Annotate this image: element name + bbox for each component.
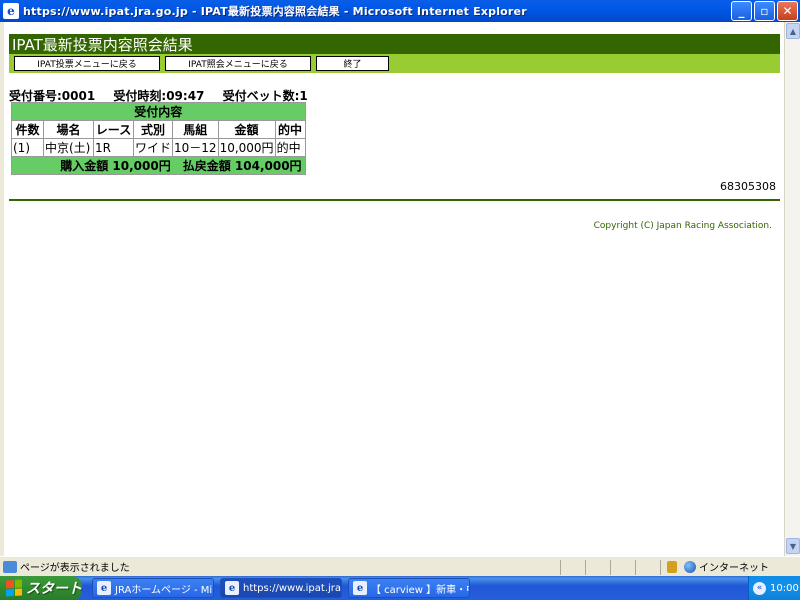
receipt-time: 受付時刻:09:47 xyxy=(113,89,205,103)
window-title-bar[interactable]: e https://www.ipat.jra.go.jp - IPAT最新投票内… xyxy=(0,0,800,22)
task-label: JRAホームページ - Mi... xyxy=(115,584,214,596)
receipt-table: 受付内容 件数 場名 レース 式別 馬組 金額 的中 (1) 中京(土) 1R … xyxy=(11,102,306,175)
scroll-down-icon[interactable]: ▼ xyxy=(786,538,800,554)
cell-race: 1R xyxy=(93,138,134,157)
start-button[interactable]: スタート xyxy=(0,576,82,600)
cell-bet-type: ワイド xyxy=(132,138,174,157)
lock-icon[interactable] xyxy=(667,561,677,573)
col-header: 金額 xyxy=(217,120,276,139)
taskbar-item-carview[interactable]: e 【 carview 】新車・中... xyxy=(348,578,470,598)
ie-icon: e xyxy=(97,581,111,595)
ie-app-icon: e xyxy=(3,3,19,19)
status-divider xyxy=(635,560,636,575)
col-header: 的中 xyxy=(274,120,306,139)
status-divider xyxy=(610,560,611,575)
maximize-button[interactable]: ▫ xyxy=(754,1,775,21)
total-summary: 購入金額 10,000円 払戻金額 104,000円 xyxy=(11,156,306,175)
divider xyxy=(9,199,780,201)
menu-bar: IPAT投票メニューに戻る IPAT照会メニューに戻る 終了 xyxy=(9,54,780,73)
globe-icon xyxy=(684,560,696,573)
security-zone[interactable]: インターネット xyxy=(684,559,769,574)
table-header-row: 件数 場名 レース 式別 馬組 金額 的中 xyxy=(11,120,306,139)
col-header: レース xyxy=(93,120,134,139)
window-title: https://www.ipat.jra.go.jp - IPAT最新投票内容照… xyxy=(23,5,527,18)
tray-chevron-icon[interactable]: « xyxy=(753,581,766,595)
taskbar-item-ipat[interactable]: e https://www.ipat.jra.g... xyxy=(220,578,342,598)
system-tray: « 10:00 xyxy=(748,576,800,600)
col-header: 式別 xyxy=(132,120,174,139)
account-number: 68305308 xyxy=(720,180,776,193)
cell-count: (1) xyxy=(11,138,44,157)
ie-icon: e xyxy=(225,581,239,595)
exit-button[interactable]: 終了 xyxy=(316,56,389,71)
task-label: https://www.ipat.jra.g... xyxy=(243,582,342,594)
taskbar: スタート e JRAホームページ - Mi... e https://www.i… xyxy=(0,576,800,600)
copyright: Copyright (C) Japan Racing Association. xyxy=(593,221,772,231)
start-label: スタート xyxy=(26,581,82,597)
back-to-inquiry-menu-button[interactable]: IPAT照会メニューに戻る xyxy=(165,56,311,71)
zone-label: インターネット xyxy=(699,563,769,574)
vertical-scrollbar[interactable]: ▲ ▼ xyxy=(784,22,800,556)
clock[interactable]: 10:00 xyxy=(770,583,799,594)
back-to-bet-menu-button[interactable]: IPAT投票メニューに戻る xyxy=(14,56,160,71)
scroll-up-icon[interactable]: ▲ xyxy=(786,23,800,39)
status-bar: ページが表示されました インターネット xyxy=(0,556,800,576)
status-message: ページが表示されました xyxy=(20,563,130,574)
page-title: IPAT最新投票内容照会結果 xyxy=(9,34,780,54)
windows-logo-icon xyxy=(6,579,22,597)
col-header: 場名 xyxy=(43,120,94,139)
receipt-number: 受付番号:0001 xyxy=(9,89,96,103)
cell-hit: 的中 xyxy=(274,138,306,157)
taskbar-item-jra-home[interactable]: e JRAホームページ - Mi... xyxy=(92,578,214,598)
task-label: 【 carview 】新車・中... xyxy=(371,584,469,596)
browser-content: IPAT最新投票内容照会結果 IPAT投票メニューに戻る IPAT照会メニューに… xyxy=(4,22,784,556)
status-divider xyxy=(660,560,661,575)
cell-venue: 中京(土) xyxy=(43,138,94,157)
status-divider xyxy=(560,560,561,575)
page-done-icon xyxy=(3,560,17,573)
cell-combination: 10－12 xyxy=(172,138,219,157)
cell-amount: 10,000円 xyxy=(217,138,276,157)
table-row: (1) 中京(土) 1R ワイド 10－12 10,000円 的中 xyxy=(11,138,306,157)
close-button[interactable]: ✕ xyxy=(777,1,798,21)
status-divider xyxy=(585,560,586,575)
col-header: 件数 xyxy=(11,120,44,139)
table-caption: 受付内容 xyxy=(11,102,306,121)
minimize-button[interactable]: _ xyxy=(731,1,752,21)
col-header: 馬組 xyxy=(172,120,219,139)
receipt-bet-count: 受付ベット数:1 xyxy=(222,89,308,103)
ie-icon: e xyxy=(353,581,367,595)
